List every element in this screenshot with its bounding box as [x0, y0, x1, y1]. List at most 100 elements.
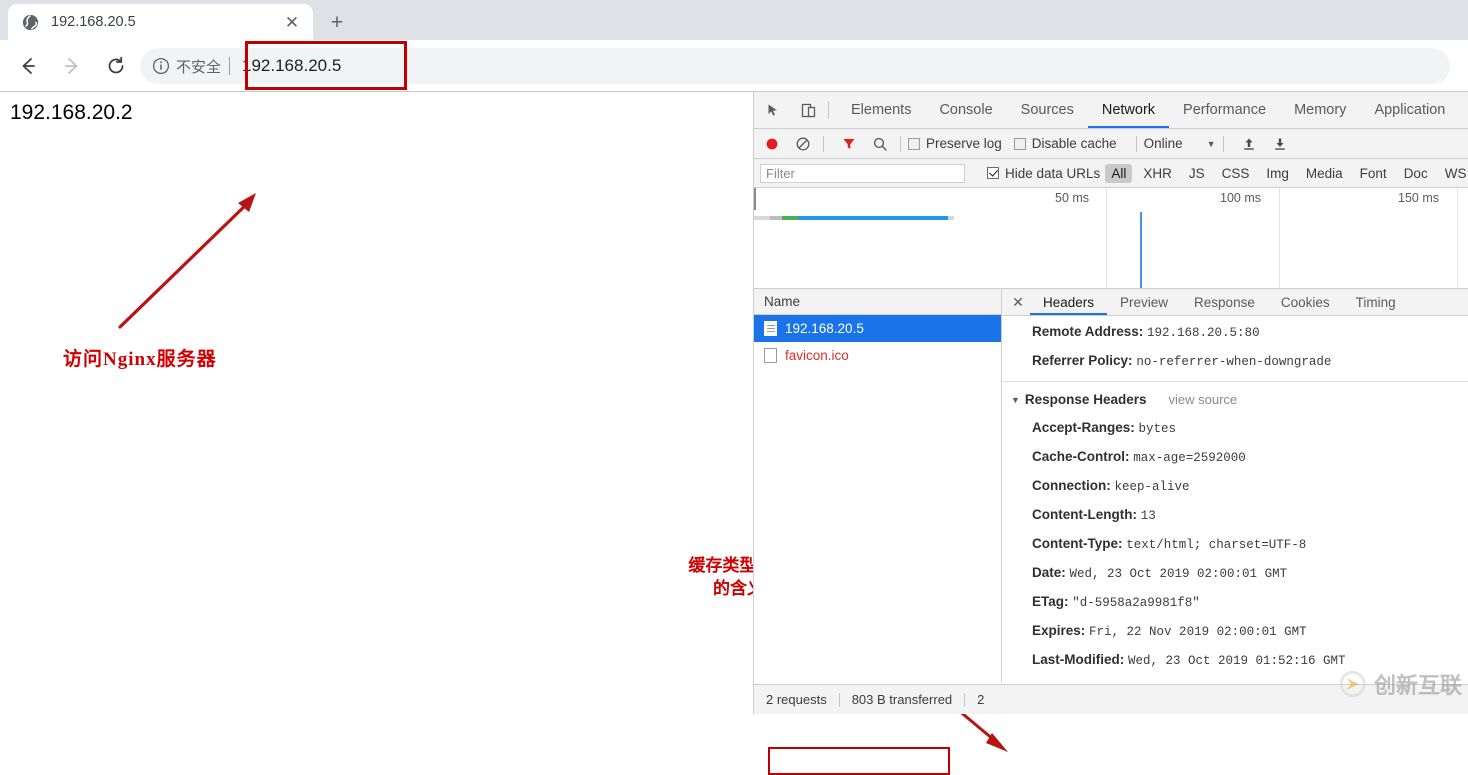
header-content-type: Content-Type: text/html; charset=UTF-8: [1002, 530, 1468, 559]
preserve-log-checkbox[interactable]: Preserve log: [908, 136, 1002, 151]
page-viewport: 192.168.20.2 访问Nginx服务器 缓存类型为MISS，关于MISS…: [0, 92, 753, 714]
tab-memory[interactable]: Memory: [1280, 93, 1360, 128]
filter-type-font[interactable]: Font: [1354, 164, 1393, 183]
network-split-view: Name 192.168.20.5 favicon.ico ✕ Headers …: [754, 289, 1468, 682]
header-key: Content-Length:: [1032, 507, 1137, 522]
table-row[interactable]: 192.168.20.5: [754, 315, 1001, 342]
overview-bar-download: [798, 216, 948, 220]
network-overview-timeline[interactable]: 50 ms 100 ms 150 ms 200 ms: [754, 188, 1468, 289]
header-key: Remote Address:: [1032, 324, 1143, 339]
inspect-element-icon[interactable]: [760, 97, 788, 123]
back-button[interactable]: [12, 50, 44, 82]
status-transferred: 803 B transferred: [840, 692, 964, 707]
forward-button[interactable]: [56, 50, 88, 82]
tab-performance[interactable]: Performance: [1169, 93, 1280, 128]
toolbar-divider: [828, 101, 829, 119]
tab-title: 192.168.20.5: [51, 14, 279, 30]
filter-type-doc[interactable]: Doc: [1398, 164, 1434, 183]
toolbar-divider: [823, 136, 824, 152]
search-icon[interactable]: [867, 133, 893, 155]
info-circle-icon[interactable]: [152, 57, 170, 75]
tab-sources[interactable]: Sources: [1007, 93, 1088, 128]
filter-type-media[interactable]: Media: [1300, 164, 1349, 183]
tab-headers[interactable]: Headers: [1030, 290, 1107, 315]
upload-arrow-icon[interactable]: [1236, 133, 1262, 155]
new-tab-button[interactable]: +: [322, 8, 352, 36]
url-text: 192.168.20.5: [242, 56, 341, 76]
overview-event-line: [1140, 212, 1142, 288]
toolbar-divider: [1136, 136, 1137, 152]
header-key: Accept-Ranges:: [1032, 420, 1135, 435]
checkbox-box: [987, 167, 999, 179]
header-value: "d-5958a2a9981f8": [1072, 596, 1200, 610]
filter-type-css[interactable]: CSS: [1216, 164, 1256, 183]
filter-type-img[interactable]: Img: [1260, 164, 1295, 183]
header-key: ETag:: [1032, 594, 1069, 609]
overview-gridline: [1279, 188, 1280, 288]
filter-type-xhr[interactable]: XHR: [1137, 164, 1178, 183]
close-icon[interactable]: ✕: [279, 9, 305, 35]
tab-strip: 192.168.20.5 ✕ +: [0, 0, 1468, 40]
overview-tick-50ms: 50 ms: [1055, 191, 1089, 205]
tab-timing[interactable]: Timing: [1343, 290, 1409, 315]
header-key: Content-Type:: [1032, 536, 1123, 551]
tab-console[interactable]: Console: [925, 93, 1006, 128]
tab-response[interactable]: Response: [1181, 290, 1268, 315]
header-value: Wed, 23 Oct 2019 01:52:16 GMT: [1128, 654, 1346, 668]
header-value: 13: [1141, 509, 1156, 523]
record-circle-icon[interactable]: [759, 133, 785, 155]
filter-type-all[interactable]: All: [1105, 164, 1132, 183]
filter-input[interactable]: Filter: [760, 164, 965, 183]
globe-icon: [22, 14, 39, 31]
tab-application[interactable]: Application: [1360, 93, 1459, 128]
hide-data-urls-label: Hide data URLs: [1005, 166, 1100, 181]
header-value: bytes: [1139, 422, 1177, 436]
filter-type-js[interactable]: JS: [1183, 164, 1211, 183]
header-key: Connection:: [1032, 478, 1111, 493]
disable-cache-checkbox[interactable]: Disable cache: [1014, 136, 1117, 151]
close-icon[interactable]: ✕: [1006, 290, 1030, 314]
tab-elements[interactable]: Elements: [837, 93, 925, 128]
address-bar[interactable]: 不安全 192.168.20.5: [140, 48, 1450, 84]
reload-icon[interactable]: [100, 50, 132, 82]
tab-network[interactable]: Network: [1088, 93, 1169, 128]
tab-cookies[interactable]: Cookies: [1268, 290, 1343, 315]
checkbox-box: [908, 138, 920, 150]
funnel-icon[interactable]: [836, 133, 862, 155]
download-arrow-icon[interactable]: [1267, 133, 1293, 155]
headers-scroll-area[interactable]: Remote Address: 192.168.20.5:80 Referrer…: [1002, 316, 1468, 682]
filter-type-ws[interactable]: WS: [1439, 164, 1468, 183]
response-headers-section-title[interactable]: ▼Response Headersview source: [1002, 386, 1468, 414]
header-value: no-referrer-when-downgrade: [1136, 355, 1331, 369]
chevron-down-icon[interactable]: ▼: [1207, 139, 1216, 149]
header-expires: Expires: Fri, 22 Nov 2019 02:00:01 GMT: [1002, 617, 1468, 646]
clear-prohibit-icon[interactable]: [790, 133, 816, 155]
tab-more-clipped[interactable]: M: [1459, 93, 1468, 128]
device-toolbar-icon[interactable]: [794, 97, 822, 123]
overview-tick-150ms: 150 ms: [1398, 191, 1439, 205]
tab-preview[interactable]: Preview: [1107, 290, 1181, 315]
table-row[interactable]: favicon.ico: [754, 342, 1001, 369]
header-value: max-age=2592000: [1133, 451, 1246, 465]
header-cache-control: Cache-Control: max-age=2592000: [1002, 443, 1468, 472]
header-value: Wed, 23 Oct 2019 02:00:01 GMT: [1070, 567, 1288, 581]
disable-cache-label: Disable cache: [1032, 136, 1117, 151]
status-resources-clipped: 2: [965, 692, 996, 707]
request-list-header[interactable]: Name: [754, 289, 1001, 315]
header-key: Expires:: [1032, 623, 1085, 638]
header-referrer-policy: Referrer Policy: no-referrer-when-downgr…: [1002, 347, 1468, 376]
page-body-text: 192.168.20.2: [10, 101, 133, 125]
view-source-link[interactable]: view source: [1168, 392, 1237, 407]
browser-chrome: 192.168.20.5 ✕ +: [0, 0, 1468, 92]
throttling-select[interactable]: Online: [1144, 136, 1183, 151]
overview-tick-100ms: 100 ms: [1220, 191, 1261, 205]
triangle-down-icon: ▼: [1011, 386, 1020, 414]
hide-data-urls-checkbox[interactable]: Hide data URLs: [987, 166, 1100, 181]
overview-left-gutter: [754, 188, 756, 210]
browser-tab[interactable]: 192.168.20.5 ✕: [8, 4, 313, 40]
devtools-tabbar: Elements Console Sources Network Perform…: [754, 92, 1468, 129]
overview-gridline: [1106, 188, 1107, 288]
header-value: text/html; charset=UTF-8: [1126, 538, 1306, 552]
network-statusbar: 2 requests 803 B transferred 2: [754, 684, 1468, 714]
toolbar-divider: [900, 136, 901, 152]
